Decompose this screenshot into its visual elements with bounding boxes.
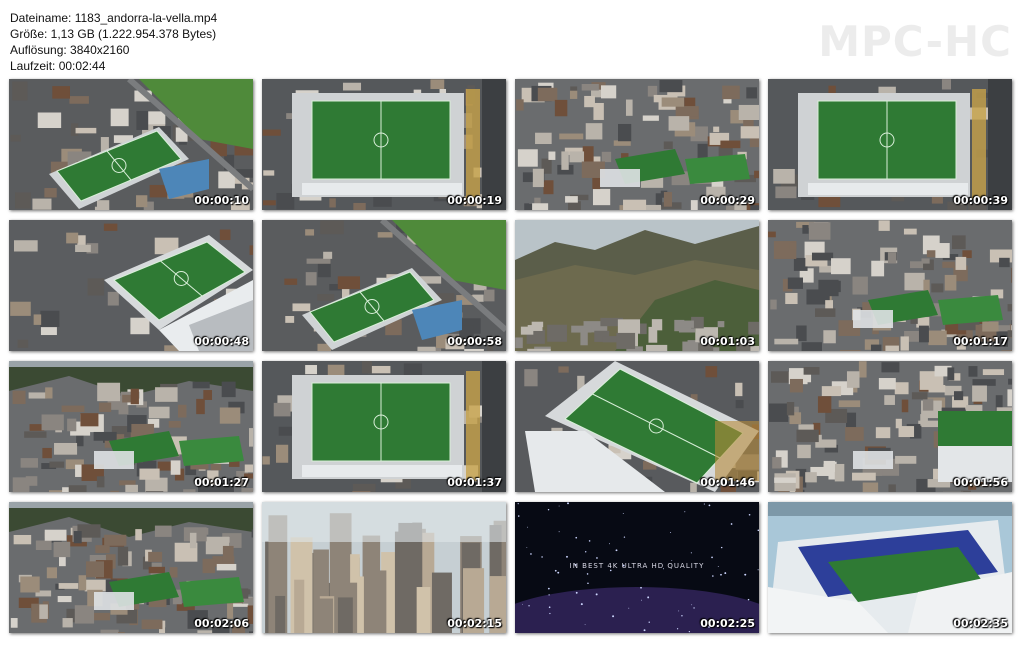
thumbnail-frame	[9, 361, 253, 492]
thumbnail-frame	[9, 502, 253, 633]
thumbnail-frame	[515, 220, 759, 351]
caption-text: IN BEST 4K ULTRA HD QUALITY	[569, 562, 705, 570]
thumbnail-frame	[768, 220, 1012, 351]
thumbnail: 00:00:10	[9, 79, 253, 210]
thumbnail-frame	[768, 502, 1012, 633]
timestamp-label: 00:00:48	[194, 335, 249, 348]
timestamp-label: 00:02:35	[953, 617, 1008, 630]
timestamp-label: 00:01:37	[447, 476, 502, 489]
thumbnail-frame	[768, 79, 1012, 210]
thumbnail: 00:01:56	[768, 361, 1012, 492]
thumbnail: 00:02:35	[768, 502, 1012, 633]
thumbnail: 00:01:46	[515, 361, 759, 492]
resolution-label: Auflösung: 3840x2160	[10, 43, 130, 57]
thumbnail: 00:01:27	[9, 361, 253, 492]
thumbnail: 00:01:03	[515, 220, 759, 351]
thumbnail: 00:00:19	[262, 79, 506, 210]
filesize-label: Größe: 1,13 GB (1.222.954.378 Bytes)	[10, 27, 217, 41]
timestamp-label: 00:02:06	[194, 617, 249, 630]
thumbnail: 00:00:29	[515, 79, 759, 210]
thumbnail: 00:01:17	[768, 220, 1012, 351]
thumbnail: 00:01:37	[262, 361, 506, 492]
timestamp-label: 00:02:15	[447, 617, 502, 630]
thumbnail-frame	[262, 79, 506, 210]
timestamp-label: 00:02:25	[700, 617, 755, 630]
timestamp-label: 00:01:27	[194, 476, 249, 489]
thumbnail-grid: 00:00:10 00:00:19 00:00:29 00:00:39 00:0…	[9, 79, 1012, 633]
timestamp-label: 00:00:39	[953, 194, 1008, 207]
thumbnail: 00:00:39	[768, 79, 1012, 210]
thumbnail: 00:02:06	[9, 502, 253, 633]
mpc-hc-logo: MPC-HC	[818, 17, 1012, 66]
thumbnail-frame	[262, 502, 506, 633]
thumbnail-frame	[768, 361, 1012, 492]
timestamp-label: 00:00:10	[194, 194, 249, 207]
thumbnail-frame	[515, 361, 759, 492]
timestamp-label: 00:01:56	[953, 476, 1008, 489]
thumbnail-frame	[262, 361, 506, 492]
thumbnail-frame	[515, 79, 759, 210]
timestamp-label: 00:00:19	[447, 194, 502, 207]
thumbnail: 00:00:58	[262, 220, 506, 351]
timestamp-label: 00:01:03	[700, 335, 755, 348]
filename-label: Dateiname: 1183_andorra-la-vella.mp4	[10, 11, 218, 25]
file-info: Dateiname: 1183_andorra-la-vella.mp4 Grö…	[10, 10, 217, 74]
timestamp-label: 00:01:17	[953, 335, 1008, 348]
thumbnail-frame	[9, 79, 253, 210]
timestamp-label: 00:00:58	[447, 335, 502, 348]
thumbnail: 00:02:15	[262, 502, 506, 633]
thumbnail: IN BEST 4K ULTRA HD QUALITY 00:02:25	[515, 502, 759, 633]
timestamp-label: 00:00:29	[700, 194, 755, 207]
thumbnail: 00:00:48	[9, 220, 253, 351]
thumbnail-frame	[262, 220, 506, 351]
thumbnail-frame	[9, 220, 253, 351]
duration-label: Laufzeit: 00:02:44	[10, 59, 106, 73]
timestamp-label: 00:01:46	[700, 476, 755, 489]
